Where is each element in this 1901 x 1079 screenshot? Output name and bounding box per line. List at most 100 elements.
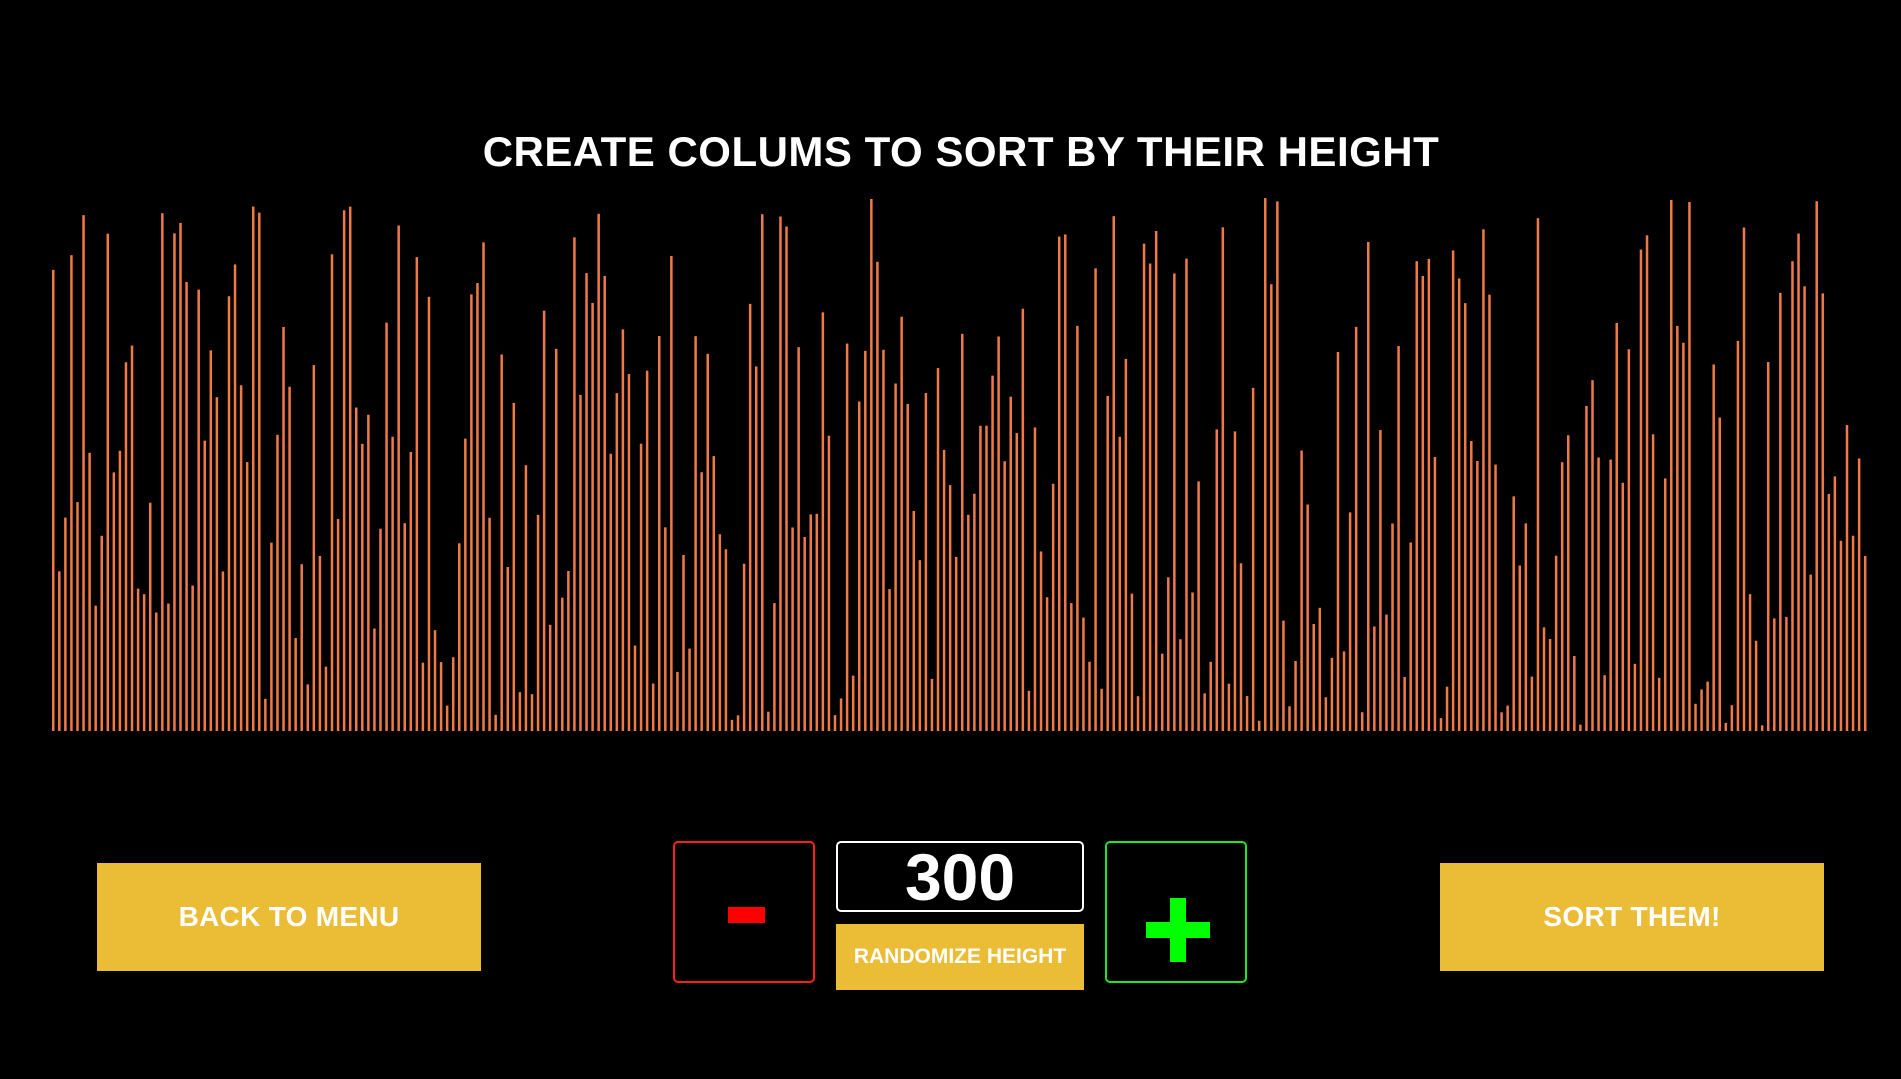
- column-bar: [1863, 555, 1867, 731]
- column-bar: [754, 366, 758, 731]
- column-count-display: 300: [836, 841, 1084, 912]
- column-bar: [1797, 233, 1800, 732]
- sorting-visualizer-screen: CREATE COLUMS TO SORT BY THEIR HEIGHT BA…: [0, 0, 1901, 1079]
- column-bar: [1342, 651, 1346, 731]
- column-bar: [1185, 258, 1188, 731]
- column-bar: [1779, 292, 1782, 731]
- column-bar: [1239, 563, 1243, 731]
- column-bar: [373, 628, 376, 731]
- column-bar: [379, 528, 382, 731]
- column-bar: [1033, 427, 1037, 731]
- column-bar: [270, 542, 273, 731]
- column-bar: [470, 294, 473, 731]
- column-bar: [1748, 594, 1752, 731]
- column-bar: [348, 206, 352, 732]
- column-bar: [851, 675, 855, 731]
- back-to-menu-button[interactable]: BACK TO MENU: [97, 863, 481, 971]
- column-bar: [1439, 718, 1443, 731]
- column-bar: [1106, 395, 1109, 731]
- column-bar: [1318, 607, 1322, 731]
- column-bar: [239, 385, 243, 731]
- column-bar: [1385, 614, 1388, 731]
- column-bar: [136, 588, 140, 731]
- column-bar: [864, 350, 867, 731]
- column-bar: [1057, 236, 1061, 732]
- column-bar: [748, 303, 752, 731]
- column-bar: [1718, 417, 1721, 731]
- column-bar: [833, 715, 837, 731]
- column-bar: [282, 326, 285, 731]
- column-bar: [1118, 436, 1122, 731]
- column-bar: [1015, 433, 1019, 731]
- column-bar: [1427, 258, 1431, 731]
- column-bar: [1500, 712, 1503, 731]
- column-bar: [1809, 574, 1812, 731]
- column-bar: [973, 493, 976, 731]
- column-bar: [797, 347, 800, 731]
- column-bar: [397, 225, 400, 731]
- column-bar: [1657, 677, 1661, 731]
- column-bar: [627, 374, 631, 731]
- column-bar: [1251, 387, 1255, 731]
- column-bar: [961, 333, 964, 731]
- column-bar: [227, 296, 231, 731]
- column-bar: [1397, 346, 1400, 731]
- column-bar: [1282, 620, 1285, 731]
- column-bar: [985, 425, 988, 731]
- sort-them-button[interactable]: SORT THEM!: [1440, 863, 1824, 971]
- column-bar: [1167, 577, 1170, 731]
- column-bar: [403, 523, 406, 731]
- column-bar: [1379, 430, 1382, 731]
- column-bar: [1227, 683, 1231, 731]
- column-bar: [233, 264, 237, 731]
- column-bar: [1306, 504, 1309, 731]
- column-bar: [530, 694, 534, 731]
- column-bar: [1136, 696, 1140, 731]
- column-bar: [736, 715, 740, 731]
- column-bar: [58, 571, 61, 731]
- column-bar: [94, 605, 97, 731]
- column-bar: [336, 519, 340, 731]
- column-bar: [52, 269, 55, 731]
- column-bar: [1191, 592, 1194, 731]
- column-bar: [476, 283, 479, 731]
- column-bar: [1688, 201, 1691, 732]
- column-bar: [1076, 325, 1079, 731]
- column-bar: [203, 440, 206, 731]
- column-bar: [312, 365, 316, 731]
- column-bar: [773, 603, 776, 731]
- column-bar: [251, 206, 255, 731]
- column-bar: [1451, 250, 1455, 732]
- column-bar: [142, 594, 146, 731]
- column-bar: [185, 281, 188, 731]
- column-bar: [100, 535, 103, 731]
- column-bar: [264, 698, 267, 731]
- column-bar: [1233, 431, 1237, 731]
- column-bar: [845, 343, 849, 731]
- column-bar: [1542, 627, 1546, 731]
- column-bar: [761, 214, 764, 731]
- column-bar: [967, 514, 970, 731]
- column-bar: [439, 662, 443, 731]
- column-bar: [215, 397, 219, 731]
- column-bar: [561, 597, 564, 731]
- column-bar: [597, 213, 600, 732]
- increment-button[interactable]: [1105, 841, 1247, 983]
- column-bar: [779, 216, 782, 731]
- column-bar: [1645, 235, 1649, 731]
- column-bar: [1070, 603, 1073, 731]
- column-bar: [324, 666, 328, 731]
- column-bar: [209, 350, 213, 731]
- column-bar: [706, 353, 709, 731]
- column-bar: [1476, 461, 1479, 731]
- column-bar: [1851, 535, 1855, 731]
- column-bar: [882, 349, 885, 731]
- column-bar: [1506, 705, 1509, 731]
- column-bar: [567, 571, 570, 731]
- column-bar: [367, 414, 370, 731]
- decrement-button[interactable]: [673, 841, 815, 983]
- randomize-height-button[interactable]: RANDOMIZE HEIGHT: [836, 924, 1084, 990]
- column-bar: [1009, 396, 1012, 731]
- column-bar: [1754, 640, 1758, 731]
- column-bar: [948, 485, 952, 731]
